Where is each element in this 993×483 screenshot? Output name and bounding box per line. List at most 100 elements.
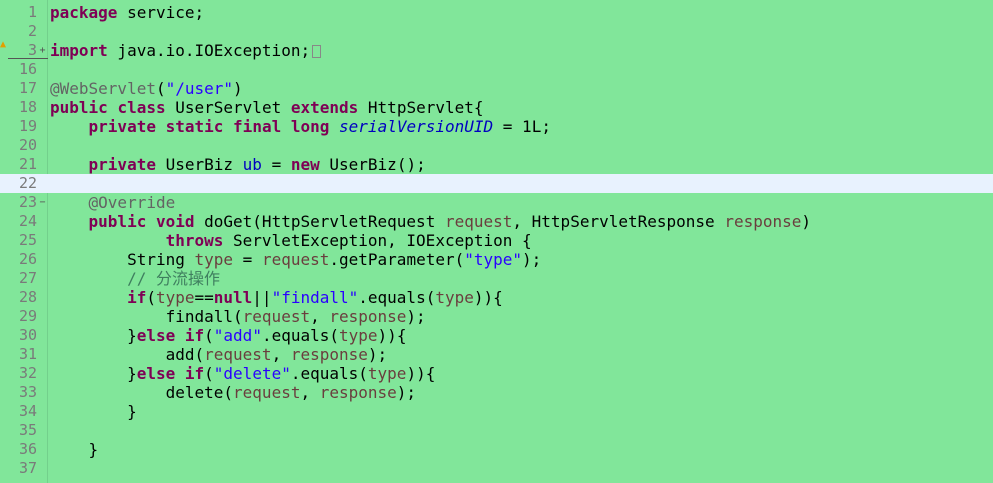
code-token: .equals( bbox=[358, 288, 436, 307]
code-token: HttpServlet{ bbox=[358, 98, 484, 117]
code-line[interactable]: 17 @WebServlet("/user") bbox=[0, 79, 993, 98]
code-text: // 分流操作 bbox=[50, 269, 220, 288]
expand-fold-icon[interactable]: + bbox=[38, 41, 47, 60]
line-number: 20 bbox=[18, 136, 37, 154]
line-number: 24 bbox=[18, 212, 37, 230]
code-token: type bbox=[194, 250, 234, 269]
code-token: request bbox=[233, 383, 301, 402]
code-token: ( bbox=[155, 79, 166, 98]
line-number: 28 bbox=[18, 288, 37, 306]
line-number: 25 bbox=[18, 231, 37, 249]
code-line[interactable]: 31 add(request, response); bbox=[0, 345, 993, 364]
code-line[interactable]: 18 public class UserServlet extends HttpS… bbox=[0, 98, 993, 117]
code-line[interactable]: 16 bbox=[0, 60, 993, 79]
code-line[interactable]: 24 public void doGet(HttpServletRequest … bbox=[0, 212, 993, 231]
line-number: 35 bbox=[18, 421, 37, 439]
code-token: ub bbox=[242, 155, 262, 174]
line-number: 1 bbox=[27, 3, 37, 21]
code-token: response bbox=[329, 307, 407, 326]
code-line[interactable]: 2 bbox=[0, 22, 993, 41]
code-token: "/user" bbox=[165, 79, 234, 98]
code-line[interactable]: 23− @Override bbox=[0, 193, 993, 212]
code-token: } bbox=[50, 364, 137, 383]
code-token: || bbox=[252, 288, 272, 307]
code-line[interactable]: 3 + import java.io.IOException; bbox=[0, 41, 993, 60]
code-token: ); bbox=[522, 250, 542, 269]
code-token: long bbox=[290, 117, 330, 136]
code-token: serialVersionUID bbox=[339, 117, 494, 136]
code-token: findall( bbox=[50, 307, 243, 326]
code-text: }else if("add".equals(type)){ bbox=[50, 326, 406, 345]
code-token: .equals( bbox=[290, 364, 368, 383]
code-line[interactable]: 37 bbox=[0, 459, 993, 478]
code-line[interactable]: 35 bbox=[0, 421, 993, 440]
code-line[interactable]: 32 }else if("delete".equals(type)){ bbox=[0, 364, 993, 383]
code-line[interactable]: 36 } bbox=[0, 440, 993, 459]
code-token: type bbox=[367, 364, 407, 383]
code-token: // 分流操作 bbox=[127, 269, 220, 288]
code-token: ServletException, IOException { bbox=[223, 231, 532, 250]
code-token: "type" bbox=[464, 250, 523, 269]
code-line[interactable]: 1 package service; bbox=[0, 3, 993, 22]
code-line[interactable]: 26 String type = request.getParameter("t… bbox=[0, 250, 993, 269]
code-token: , HttpServletResponse bbox=[512, 212, 725, 231]
code-line[interactable]: 34 } bbox=[0, 402, 993, 421]
code-text: @Override bbox=[50, 193, 176, 212]
line-number: 36 bbox=[18, 440, 37, 458]
code-line[interactable]: 29 findall(request, response); bbox=[0, 307, 993, 326]
collapsed-imports-icon[interactable] bbox=[312, 45, 322, 58]
line-number: 19 bbox=[18, 117, 37, 135]
code-line[interactable]: 19 private static final long serialVersi… bbox=[0, 117, 993, 136]
code-token: } bbox=[50, 326, 137, 345]
code-token: ); bbox=[367, 345, 388, 364]
code-text: private UserBiz ub = new UserBiz(); bbox=[50, 155, 426, 174]
code-line[interactable]: 21 private UserBiz ub = new UserBiz(); bbox=[0, 155, 993, 174]
code-token: private bbox=[88, 117, 156, 136]
code-text: add(request, response); bbox=[50, 345, 388, 364]
code-token: "add" bbox=[213, 326, 262, 345]
code-token: void bbox=[155, 212, 195, 231]
code-text: delete(request, response); bbox=[50, 383, 416, 402]
code-text: findall(request, response); bbox=[50, 307, 426, 326]
code-text: } bbox=[50, 402, 137, 421]
code-token: class bbox=[117, 98, 166, 117]
code-token: delete( bbox=[50, 383, 234, 402]
code-token: extends bbox=[290, 98, 359, 117]
code-token: )){ bbox=[377, 326, 407, 345]
line-number: 27 bbox=[18, 269, 37, 287]
code-token: service; bbox=[117, 3, 205, 22]
code-token: request bbox=[204, 345, 272, 364]
code-line[interactable]: 25 throws ServletException, IOException … bbox=[0, 231, 993, 250]
code-line[interactable]: 20 bbox=[0, 136, 993, 155]
line-number: 18 bbox=[18, 98, 37, 116]
code-token: == bbox=[194, 288, 214, 307]
code-line[interactable]: 28 if(type==null||"findall".equals(type)… bbox=[0, 288, 993, 307]
code-token: if bbox=[184, 326, 205, 345]
code-text: package service; bbox=[50, 3, 204, 22]
code-token: public bbox=[50, 98, 108, 117]
code-token: )){ bbox=[406, 364, 436, 383]
collapse-fold-icon[interactable]: − bbox=[38, 193, 47, 212]
code-line[interactable]: 27 // 分流操作 bbox=[0, 269, 993, 288]
line-number: 16 bbox=[18, 60, 37, 78]
code-editor[interactable]: ▲ 1 package service; 2 3 + import java.io.IOE… bbox=[0, 0, 993, 483]
code-token: ( bbox=[204, 364, 214, 383]
code-text: @WebServlet("/user") bbox=[50, 79, 243, 98]
code-token: import bbox=[50, 41, 108, 60]
code-token: final bbox=[233, 117, 282, 136]
code-line[interactable]: 22 bbox=[0, 174, 993, 193]
code-text: String type = request.getParameter("type… bbox=[50, 250, 541, 269]
code-line[interactable]: 30 }else if("add".equals(type)){ bbox=[0, 326, 993, 345]
code-line[interactable]: 33 delete(request, response); bbox=[0, 383, 993, 402]
code-text: public void doGet(HttpServletRequest req… bbox=[50, 212, 811, 231]
code-text: }else if("delete".equals(type)){ bbox=[50, 364, 435, 383]
